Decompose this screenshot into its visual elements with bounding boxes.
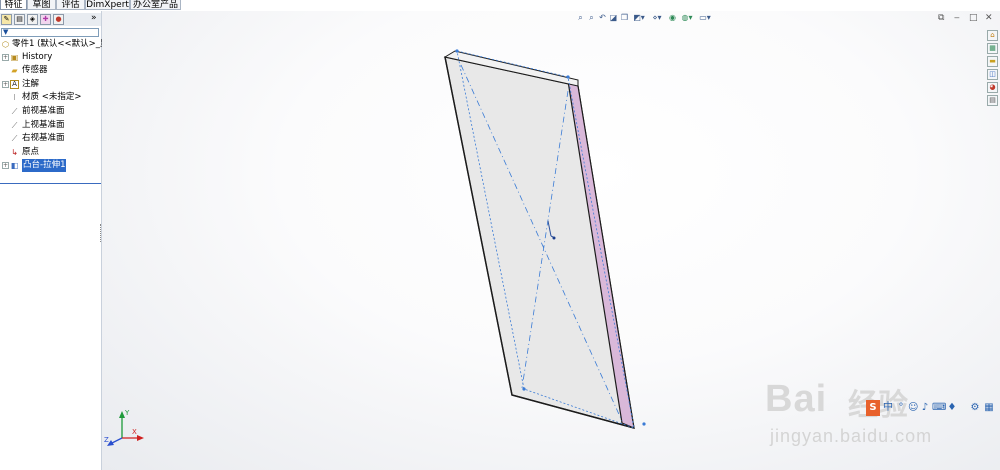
tree-item-label: 凸台-拉伸1 <box>22 159 67 172</box>
keyboard-icon[interactable]: ⌨ <box>932 400 946 416</box>
triad-y-label: Y <box>124 409 130 417</box>
emoji-icon[interactable]: ☺ <box>908 400 918 416</box>
filter-icon: ▼ <box>3 28 9 36</box>
more-tabs-icon[interactable]: » <box>91 13 97 23</box>
design-library-icon[interactable]: ▦ <box>987 43 998 54</box>
custom-properties-icon[interactable]: ▤ <box>987 95 998 106</box>
feature-manager-panel: ✎ ▤ ◈ ✚ ● » ▼ ⬡ 零件1 (默认<<默认>_显 + ▣ Histo… <box>0 11 109 470</box>
tree-item-label: 材质 <未指定> <box>22 92 82 102</box>
tree-item-front-plane[interactable]: ⟋ 前视基准面 <box>0 105 101 118</box>
appearances-icon[interactable]: ◕ <box>987 82 998 93</box>
expand-icon[interactable]: + <box>2 162 9 169</box>
history-folder-icon: ▣ <box>10 53 19 62</box>
tree-item-label: 上视基准面 <box>22 120 65 130</box>
tree-item-material[interactable]: ⁝ 材质 <未指定> <box>0 91 101 104</box>
tree-root-part[interactable]: ⬡ 零件1 (默认<<默认>_显 <box>0 38 109 51</box>
microphone-icon[interactable]: ♪ <box>920 400 930 416</box>
sogou-logo-icon[interactable]: S <box>866 400 880 416</box>
watermark-brand: Bai <box>765 378 828 420</box>
tree-root-label: 零件1 (默认<<默认>_显 <box>12 39 109 49</box>
tree-item-top-plane[interactable]: ⟋ 上视基准面 <box>0 119 101 132</box>
triad-x-label: X <box>132 428 137 436</box>
baidu-watermark: Bai 经验 jingyan.baidu.com <box>760 372 1000 452</box>
plane-icon: ⟋ <box>11 121 18 130</box>
tree-item-label: 传感器 <box>22 65 48 75</box>
rollback-bar[interactable] <box>0 183 101 184</box>
plane-icon: ⟋ <box>11 134 18 143</box>
toolbox-icon[interactable]: ⚙ <box>970 400 980 416</box>
feature-manager-icon[interactable]: ✎ <box>1 14 12 25</box>
feature-filter[interactable]: ▼ <box>1 28 99 37</box>
material-icon: ⁝ <box>13 93 16 102</box>
apps-icon[interactable]: ▦ <box>984 400 994 416</box>
watermark-url: jingyan.baidu.com <box>770 426 933 446</box>
sensors-folder-icon: ▰ <box>11 66 18 75</box>
tab-office-products[interactable]: 办公室产品 <box>130 0 181 10</box>
panel-tabs: ✎ ▤ ◈ ✚ ● » <box>0 13 101 26</box>
reference-triad: Y X Z <box>104 409 144 446</box>
tree-item-label: 原点 <box>22 147 40 157</box>
tree-item-label: History <box>22 52 53 62</box>
tree-item-sensors[interactable]: ▰ 传感器 <box>0 64 101 77</box>
ime-icon[interactable]: 中 <box>882 400 894 416</box>
punctuation-icon[interactable]: ° <box>896 400 906 416</box>
tab-features[interactable]: 特征 <box>0 0 27 10</box>
tab-sketch[interactable]: 草图 <box>27 0 56 10</box>
skin-icon[interactable]: ♦ <box>946 400 958 416</box>
home-icon[interactable]: ⌂ <box>987 30 998 41</box>
tree-item-label: 注解 <box>22 79 40 89</box>
expand-icon[interactable]: + <box>2 81 9 88</box>
part-icon: ⬡ <box>2 40 9 49</box>
tree-item-origin[interactable]: ↳ 原点 <box>0 146 101 159</box>
tree-item-label: 前视基准面 <box>22 106 65 116</box>
model-front-face[interactable] <box>444 56 635 429</box>
tree-item-label: 右视基准面 <box>22 133 65 143</box>
origin-icon: ↳ <box>11 148 18 157</box>
triad-z-label: Z <box>104 436 109 444</box>
tree-item-right-plane[interactable]: ⟋ 右视基准面 <box>0 132 101 145</box>
tree-item-annotations[interactable]: + A 注解 <box>0 78 101 91</box>
annotations-icon: A <box>10 80 19 89</box>
tree-item-boss-extrude[interactable]: + ◧ 凸台-拉伸1 <box>0 159 101 172</box>
file-explorer-icon[interactable]: ▬ <box>987 56 998 67</box>
dimxpert-manager-icon[interactable]: ✚ <box>40 14 51 25</box>
expand-icon[interactable]: + <box>2 54 9 61</box>
property-manager-icon[interactable]: ▤ <box>14 14 25 25</box>
tab-evaluate[interactable]: 评估 <box>56 0 85 10</box>
view-palette-icon[interactable]: ◫ <box>987 69 998 80</box>
display-manager-icon[interactable]: ● <box>53 14 64 25</box>
boss-extrude-icon: ◧ <box>10 161 19 170</box>
tree-item-history[interactable]: + ▣ History <box>0 51 101 64</box>
configuration-manager-icon[interactable]: ◈ <box>27 14 38 25</box>
plane-icon: ⟋ <box>11 107 18 116</box>
tab-dimxpert[interactable]: DimXpert <box>85 0 130 10</box>
